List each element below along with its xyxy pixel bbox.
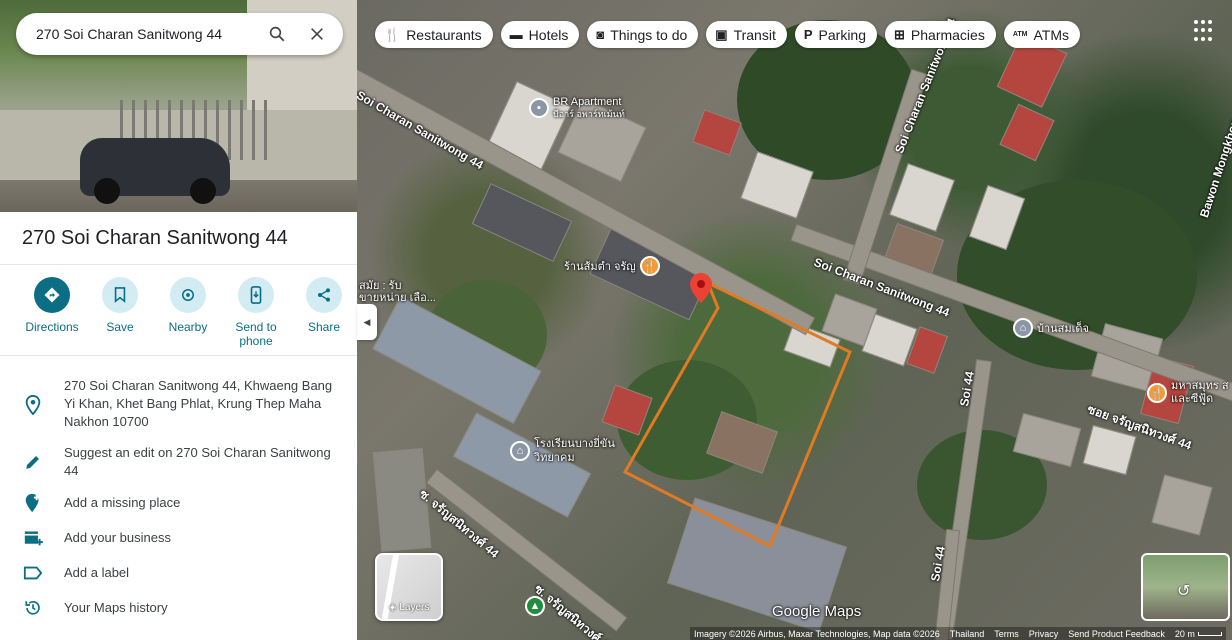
directions-icon — [34, 277, 70, 313]
chip-label: Parking — [818, 26, 866, 43]
link-privacy[interactable]: Privacy — [1029, 629, 1059, 639]
add-place-icon — [22, 492, 44, 514]
bed-icon: ▬ — [509, 27, 523, 42]
business-icon — [22, 527, 44, 549]
chip-atms[interactable]: ATM ATMs — [1003, 21, 1080, 48]
train-icon: ▣ — [715, 26, 728, 42]
chip-things-to-do[interactable]: ◙ Things to do — [587, 21, 699, 48]
chip-label: Restaurants — [406, 26, 482, 43]
label-icon — [22, 562, 44, 584]
scale-bar-line — [1197, 631, 1222, 636]
location-marker-icon[interactable] — [690, 273, 712, 303]
link-feedback[interactable]: Send Product Feedback — [1068, 629, 1165, 639]
directions-button[interactable]: Directions — [18, 277, 86, 348]
chip-hotels[interactable]: ▬ Hotels — [500, 21, 580, 48]
nearby-button[interactable]: Nearby — [154, 277, 222, 348]
maps-history-row[interactable]: Your Maps history — [0, 599, 357, 619]
phone-icon — [238, 277, 274, 313]
bookmark-icon — [102, 277, 138, 313]
chip-pharmacies[interactable]: ⊞ Pharmacies — [885, 21, 996, 48]
action-label: Save — [106, 320, 134, 334]
scale-label: 20 m — [1174, 628, 1195, 639]
apps-grid-icon[interactable] — [1194, 20, 1216, 42]
chip-restaurants[interactable]: 🍴 Restaurants — [375, 21, 493, 48]
link-thailand[interactable]: Thailand — [950, 629, 985, 639]
scale-bar[interactable]: 20 m — [1175, 629, 1222, 639]
chip-parking[interactable]: P Parking — [794, 21, 877, 48]
action-label: Nearby — [168, 320, 208, 334]
search-input[interactable] — [36, 26, 251, 42]
layers-label: Layers — [399, 602, 430, 613]
divider — [0, 355, 357, 356]
atm-icon: ATM — [1012, 31, 1028, 38]
chip-label: Transit — [733, 26, 776, 43]
layers-icon: ◈ — [388, 602, 397, 613]
pharmacy-icon: ⊞ — [894, 26, 905, 42]
camera-icon: ◙ — [596, 27, 605, 42]
map-attribution: Imagery ©2026 Airbus, Maxar Technologies… — [690, 627, 1226, 640]
chip-label: Hotels — [528, 26, 569, 43]
add-business-row[interactable]: Add your business — [0, 529, 357, 549]
action-label: Send to phone — [235, 320, 277, 348]
send-to-phone-button[interactable]: Send to phone — [222, 277, 290, 348]
action-bar: Directions Save Nearby Send to phone Sha… — [18, 277, 357, 348]
search-icon[interactable] — [263, 20, 291, 48]
address-row[interactable]: 270 Soi Charan Sanitwong 44, Khwaeng Ban… — [0, 377, 357, 431]
close-icon[interactable] — [303, 20, 331, 48]
share-icon — [306, 277, 342, 313]
google-maps-logo: Google Maps — [772, 603, 862, 620]
action-label: Share — [307, 320, 341, 334]
chevron-left-icon: ◀ — [363, 316, 371, 327]
parking-icon: P — [803, 27, 813, 42]
rotate-360-icon: ↺ — [1177, 583, 1191, 600]
chip-label: ATMs — [1033, 26, 1069, 43]
street-view-thumbnail[interactable]: ↺ — [1141, 553, 1230, 621]
place-title: 270 Soi Charan Sanitwong 44 — [22, 227, 288, 249]
share-button[interactable]: Share — [290, 277, 357, 348]
divider — [0, 264, 357, 265]
place-panel: 270 Soi Charan Sanitwong 44 Directions S… — [0, 0, 357, 640]
save-button[interactable]: Save — [86, 277, 154, 348]
maps-history-text: Your Maps history — [64, 600, 168, 615]
location-pin-icon — [22, 394, 44, 416]
search-box — [16, 13, 343, 55]
history-icon — [22, 597, 44, 619]
chip-label: Pharmacies — [910, 26, 985, 43]
nearby-icon — [170, 277, 206, 313]
add-business-text: Add your business — [64, 530, 171, 545]
add-missing-place-row[interactable]: Add a missing place — [0, 492, 357, 514]
add-missing-place-text: Add a missing place — [64, 495, 181, 510]
chip-label: Things to do — [610, 26, 688, 43]
photo-car — [80, 138, 230, 204]
address-text: 270 Soi Charan Sanitwong 44, Khwaeng Ban… — [64, 378, 333, 429]
add-label-text: Add a label — [64, 565, 130, 580]
fork-knife-icon: 🍴 — [384, 26, 401, 42]
layers-label-row: ◈ Layers — [377, 602, 441, 613]
collapse-panel-button[interactable]: ◀ — [357, 304, 377, 340]
pencil-icon — [22, 451, 44, 473]
suggest-edit-text: Suggest an edit on 270 Soi Charan Sanitw… — [64, 445, 331, 478]
action-label: Directions — [25, 320, 79, 334]
add-label-row[interactable]: Add a label — [0, 564, 357, 584]
suggest-edit-row[interactable]: Suggest an edit on 270 Soi Charan Sanitw… — [0, 444, 357, 480]
layers-button[interactable]: ◈ Layers — [375, 553, 443, 621]
chip-transit[interactable]: ▣ Transit — [706, 21, 787, 48]
category-chips: 🍴 Restaurants ▬ Hotels ◙ Things to do ▣ Tran… — [375, 21, 1080, 48]
link-terms[interactable]: Terms — [994, 629, 1019, 639]
imagery-credit: Imagery ©2026 Airbus, Maxar Technologies… — [694, 628, 940, 639]
